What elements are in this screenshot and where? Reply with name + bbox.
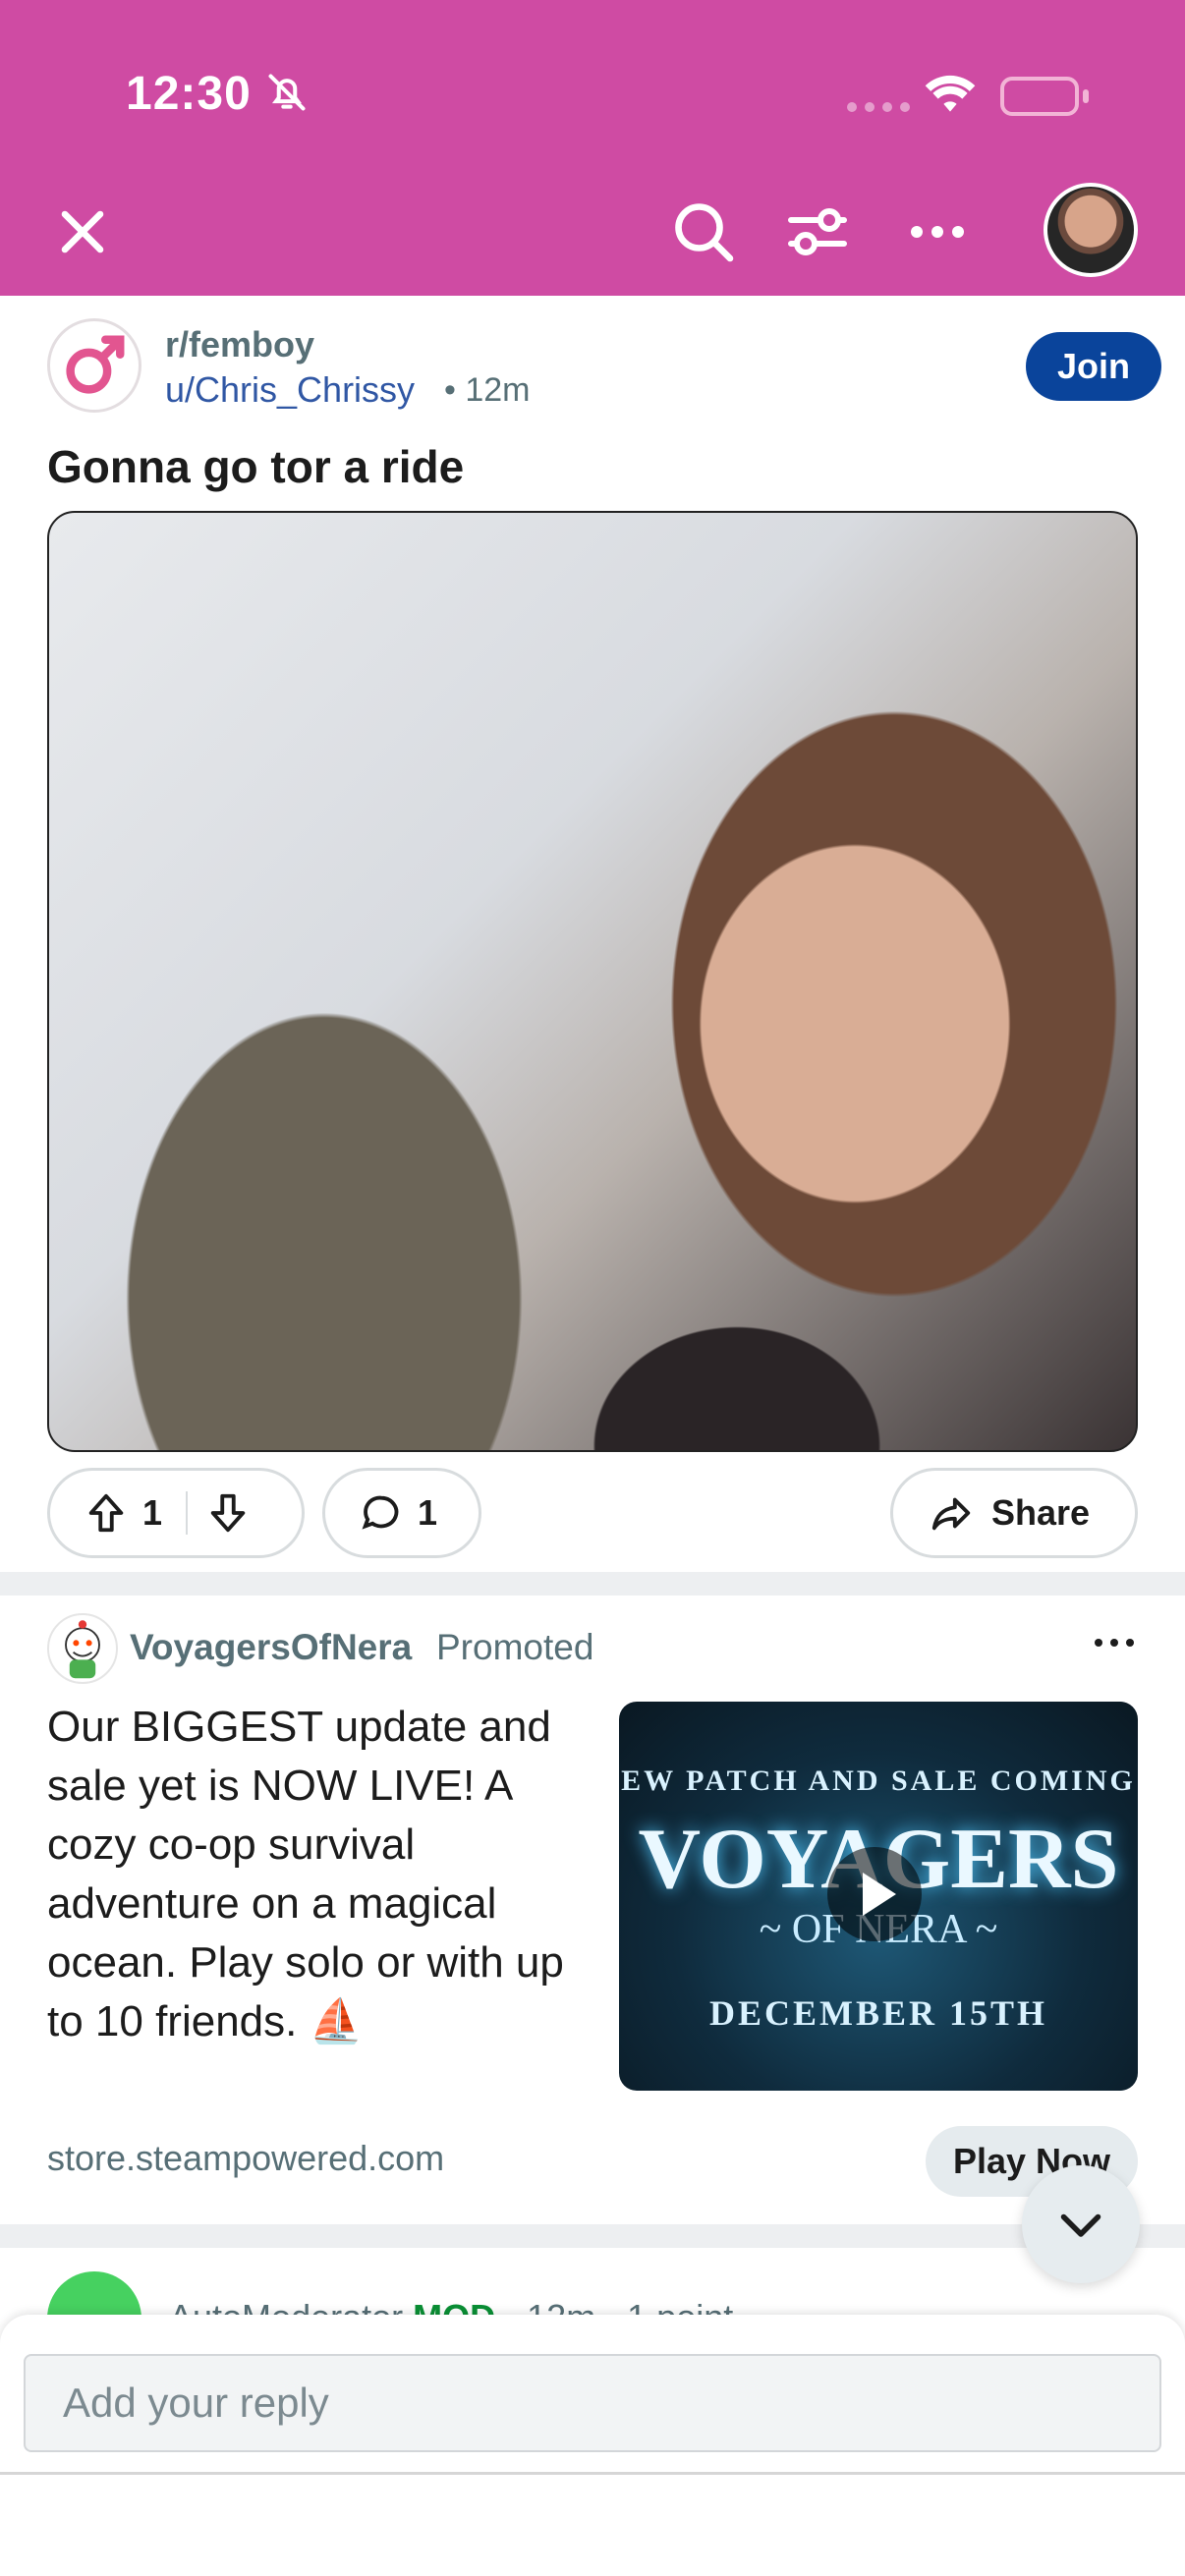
battery-icon xyxy=(1000,77,1089,116)
wifi-icon xyxy=(925,75,976,112)
join-button[interactable]: Join xyxy=(1026,332,1161,401)
advertiser-avatar[interactable] xyxy=(47,1613,118,1684)
advertiser-name[interactable]: VoyagersOfNera xyxy=(130,1627,412,1668)
vote-pill: 1 xyxy=(47,1468,305,1558)
signal-icon xyxy=(847,102,910,112)
ad-domain[interactable]: store.steampowered.com xyxy=(47,2138,444,2179)
post-age: • 12m xyxy=(444,371,531,409)
ad-video-thumbnail[interactable]: EW PATCH AND SALE COMING VOYAGERS ~ OF N… xyxy=(619,1702,1138,2091)
scroll-down-button[interactable] xyxy=(1022,2165,1140,2283)
subreddit-name[interactable]: r/femboy xyxy=(165,324,314,365)
promoted-label: Promoted xyxy=(436,1627,594,1667)
thumb-date: DECEMBER 15TH xyxy=(708,1993,1048,2033)
vote-count: 1 xyxy=(142,1492,163,1533)
feed-divider xyxy=(0,2224,1185,2248)
feed-divider xyxy=(0,1572,1185,1596)
reply-input[interactable] xyxy=(24,2354,1161,2452)
ad-more-options-icon[interactable] xyxy=(1091,1633,1138,1652)
comment-icon xyxy=(362,1495,399,1530)
play-icon[interactable] xyxy=(827,1847,922,1941)
filter-icon[interactable] xyxy=(782,196,853,267)
chevron-down-icon xyxy=(1060,2213,1101,2237)
divider xyxy=(0,2472,1185,2475)
more-options-icon[interactable] xyxy=(902,196,973,267)
user-avatar[interactable] xyxy=(1044,183,1138,277)
search-icon[interactable] xyxy=(668,196,739,267)
top-app-bar: 12:30 xyxy=(0,0,1185,296)
subreddit-avatar[interactable] xyxy=(47,318,141,413)
snoo-icon xyxy=(65,1620,100,1679)
bell-muted-icon xyxy=(268,74,306,111)
thumb-banner-text: EW PATCH AND SALE COMING xyxy=(621,1764,1136,1797)
share-icon xyxy=(931,1497,971,1531)
ad-body-text[interactable]: Our BIGGEST update and sale yet is NOW L… xyxy=(47,1698,607,2051)
downvote-icon[interactable] xyxy=(205,1490,251,1536)
post-image[interactable] xyxy=(47,511,1138,1452)
post-author[interactable]: u/Chris_Chrissy xyxy=(165,369,415,411)
comments-button[interactable]: 1 xyxy=(322,1468,481,1558)
male-symbol-icon xyxy=(66,335,125,394)
post-title[interactable]: Gonna go tor a ride xyxy=(47,440,464,493)
reply-bar xyxy=(0,2315,1185,2576)
close-icon[interactable] xyxy=(47,196,118,267)
upvote-icon[interactable] xyxy=(84,1490,129,1536)
share-label: Share xyxy=(991,1492,1091,1533)
share-button[interactable]: Share xyxy=(890,1468,1138,1558)
comment-count: 1 xyxy=(418,1492,438,1533)
status-time: 12:30 xyxy=(126,68,252,120)
